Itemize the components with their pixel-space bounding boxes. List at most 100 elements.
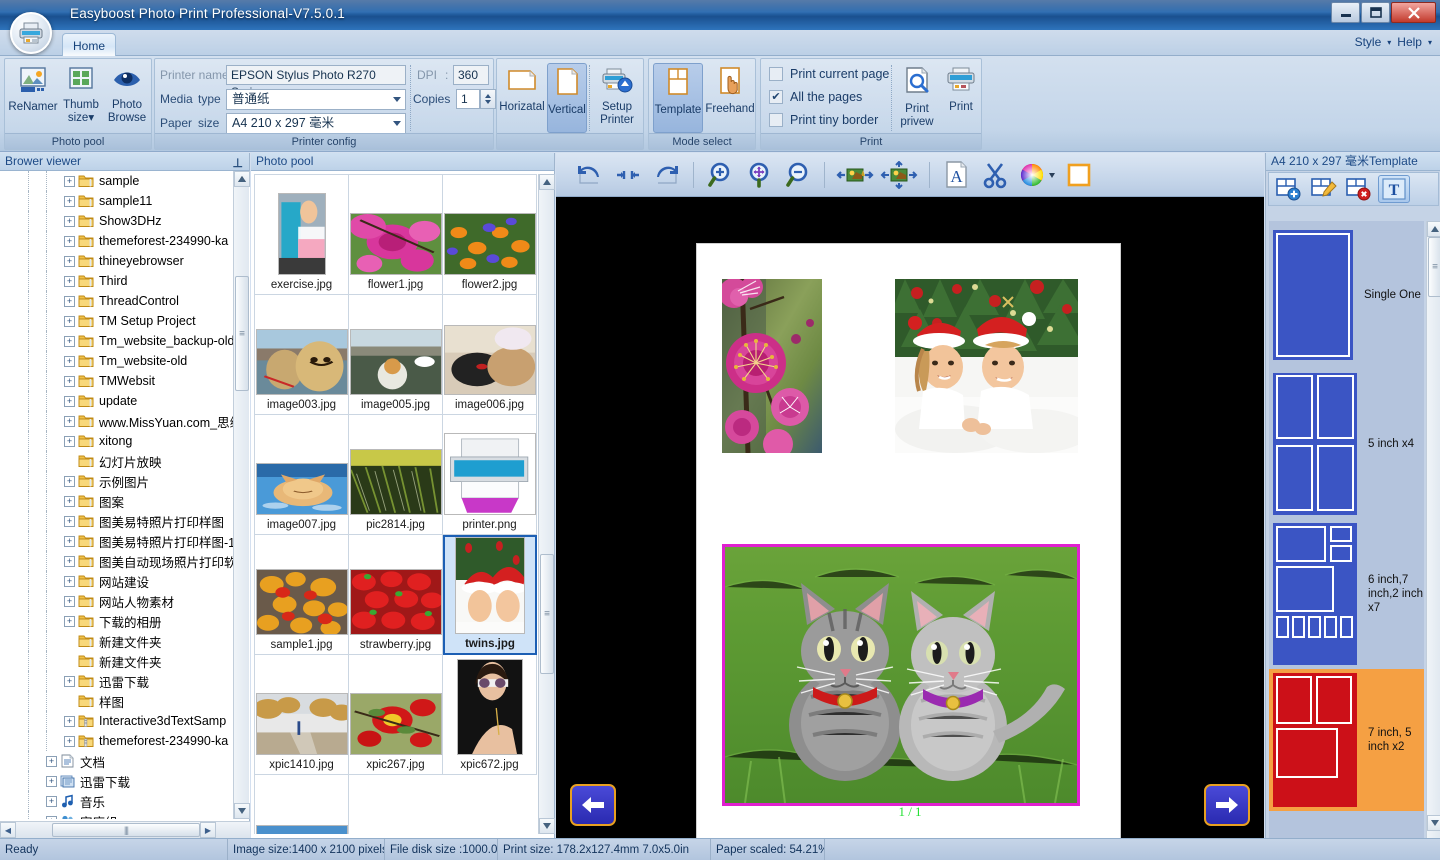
photo-thumbnail-flower2-jpg[interactable]: flower2.jpg [443, 175, 537, 295]
tree-item[interactable]: + Third [0, 271, 250, 291]
border-color-icon[interactable] [1061, 158, 1097, 192]
tree-item[interactable]: + Tm_website-old [0, 351, 250, 371]
photo-thumbnail-exercise-jpg[interactable]: exercise.jpg [255, 175, 349, 295]
thumb-size-button[interactable]: Thumb size▾ [59, 63, 103, 133]
photo-browse-button[interactable]: Photo Browse [105, 63, 149, 133]
tree-item[interactable]: + 家庭组 [0, 811, 250, 819]
scroll-down-button[interactable] [539, 818, 555, 834]
photo-thumbnail-twins-jpg[interactable]: twins.jpg [443, 535, 537, 655]
tree-item[interactable]: + thineyebrowser [0, 251, 250, 271]
tree-expander[interactable]: + [64, 535, 75, 547]
template-item[interactable]: 7 inch, 5 inch x2 [1269, 669, 1424, 811]
resize-horizontal-icon[interactable] [834, 158, 876, 192]
pin-icon[interactable]: ⊥ [233, 155, 243, 172]
tree-item[interactable]: + Show3DHz [0, 211, 250, 231]
close-button[interactable] [1391, 2, 1436, 23]
tree-expander[interactable]: + [64, 495, 75, 507]
checkbox-box[interactable] [769, 113, 783, 127]
tree-expander[interactable]: + [64, 615, 75, 627]
checkbox-box-checked[interactable]: ✔ [769, 90, 783, 104]
tree-expander[interactable]: + [46, 775, 57, 787]
tree-item[interactable]: + Interactive3dTextSamp [0, 711, 250, 731]
scroll-up-button[interactable] [539, 174, 555, 190]
scroll-thumb[interactable] [540, 554, 554, 674]
photo-thumbnail-image006-jpg[interactable]: image006.jpg [443, 295, 537, 415]
tree-expander[interactable]: + [64, 555, 75, 567]
photo-thumbnail-sample1-jpg[interactable]: sample1.jpg [255, 535, 349, 655]
print-tiny-border-checkbox[interactable]: Print tiny border [769, 113, 878, 127]
add-text-icon[interactable]: A [939, 158, 975, 192]
tree-item[interactable]: + 网站人物素材 [0, 591, 250, 611]
tree-expander[interactable]: + [64, 395, 75, 407]
tree-item[interactable]: + Tm_website_backup-old [0, 331, 250, 351]
printer-name-field[interactable]: EPSON Stylus Photo R270 Series [226, 65, 406, 99]
scroll-up-button[interactable] [1427, 221, 1440, 237]
scroll-right-button[interactable]: ▶ [200, 822, 216, 838]
app-menu-orb[interactable] [10, 12, 52, 54]
tree-expander[interactable]: + [64, 355, 75, 367]
tree-horizontal-scrollbar[interactable]: ◀ ▶ [0, 821, 250, 838]
edit-template-icon[interactable] [1308, 175, 1340, 203]
photo-thumbnail-xpic267-jpg[interactable]: xpic267.jpg [349, 655, 443, 775]
photo-thumbnail-flower1-jpg[interactable]: flower1.jpg [349, 175, 443, 295]
tree-item[interactable]: + TMWebsit [0, 371, 250, 391]
tree-item[interactable]: + 迅雷下载 [0, 771, 250, 791]
template-item[interactable]: Single One [1269, 221, 1424, 369]
all-pages-checkbox[interactable]: ✔ All the pages [769, 90, 862, 104]
minimize-button[interactable] [1331, 2, 1360, 23]
tree-expander[interactable]: + [64, 175, 75, 187]
delete-template-icon[interactable] [1343, 175, 1375, 203]
tree-expander[interactable]: + [46, 815, 57, 819]
tree-expander[interactable]: + [64, 735, 75, 747]
tree-item[interactable]: 新建文件夹 [0, 631, 250, 651]
tree-expander[interactable]: + [64, 375, 75, 387]
checkbox-box[interactable] [769, 67, 783, 81]
scroll-thumb[interactable] [235, 276, 249, 391]
tree-expander[interactable]: + [64, 515, 75, 527]
stepper-down-icon[interactable] [485, 100, 491, 104]
tree-item[interactable]: + 示例图片 [0, 471, 250, 491]
tree-expander[interactable]: + [64, 575, 75, 587]
tree-item[interactable]: + 下载的相册 [0, 611, 250, 631]
photo-thumbnail-image003-jpg[interactable]: image003.jpg [255, 295, 349, 415]
template-list[interactable]: Single One 5 inch x4 6 inch,7 inch,2 inc… [1269, 221, 1424, 860]
photo-thumbnail-xpic672-jpg[interactable]: xpic672.jpg [443, 655, 537, 775]
tree-expander[interactable]: + [64, 275, 75, 287]
paper-size-select[interactable]: A4 210 x 297 毫米 [226, 113, 406, 134]
tree-expander[interactable]: + [64, 595, 75, 607]
photo-thumbnail-image007-jpg[interactable]: image007.jpg [255, 415, 349, 535]
photo-thumbnail-printer-png[interactable]: printer.png [443, 415, 537, 535]
photo-thumbnail[interactable] [255, 775, 349, 834]
scroll-up-button[interactable] [234, 171, 250, 187]
tree-item[interactable]: + themeforest-234990-ka [0, 731, 250, 751]
copies-field[interactable]: 1 [456, 89, 480, 109]
hscroll-thumb[interactable] [52, 823, 200, 837]
zoom-in-icon[interactable] [703, 158, 739, 192]
cut-icon[interactable] [977, 158, 1013, 192]
scroll-left-button[interactable]: ◀ [0, 822, 16, 838]
scroll-down-button[interactable] [1427, 815, 1440, 831]
tree-expander[interactable]: + [46, 795, 57, 807]
print-canvas[interactable]: 1 / 1 [556, 197, 1264, 838]
template-item[interactable]: 6 inch,7 inch,2 inch x7 [1269, 519, 1424, 669]
tree-item[interactable]: + sample [0, 171, 250, 191]
style-caret-icon[interactable]: ▾ [1387, 38, 1391, 47]
tree-expander[interactable]: + [64, 295, 75, 307]
photo-thumbnail-strawberry-jpg[interactable]: strawberry.jpg [349, 535, 443, 655]
copies-stepper[interactable] [480, 89, 496, 109]
photo-thumbnail-pic2814-jpg[interactable]: pic2814.jpg [349, 415, 443, 535]
help-caret-icon[interactable]: ▾ [1428, 38, 1432, 47]
tree-item[interactable]: 样图 [0, 691, 250, 711]
tree-item[interactable]: + 图美易特照片打印样图 [0, 511, 250, 531]
horizontal-button[interactable]: Horizatal [499, 63, 545, 133]
placeholder-photo-1[interactable] [722, 279, 822, 453]
move-image-icon[interactable] [878, 158, 920, 192]
template-mode-button[interactable]: Template [653, 63, 703, 133]
tree-expander[interactable]: + [64, 715, 75, 727]
tree-expander[interactable]: + [64, 195, 75, 207]
renamer-button[interactable]: ReNamer [8, 63, 58, 133]
tree-item[interactable]: + update [0, 391, 250, 411]
tree-item[interactable]: + 迅雷下载 [0, 671, 250, 691]
scroll-down-button[interactable] [234, 803, 250, 819]
tree-expander[interactable]: + [64, 235, 75, 247]
